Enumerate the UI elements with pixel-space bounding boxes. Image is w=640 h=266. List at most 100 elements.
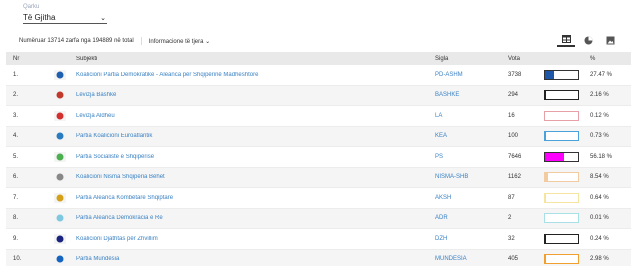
party-logo — [54, 110, 76, 121]
party-logo-icon — [54, 172, 66, 183]
party-name-link[interactable]: Lëvizja Bashkë — [76, 92, 435, 98]
party-name-link[interactable]: Partia Aleanca Demokracia e Re — [76, 215, 435, 221]
party-logo — [54, 254, 76, 265]
vote-count: 3738 — [508, 71, 522, 78]
vote-share-bar — [544, 233, 579, 244]
row-number: 3. — [13, 112, 19, 119]
vote-count: 16 — [508, 112, 515, 119]
table-row: 4. Partia Koalicioni Euroatlantik KEA 10… — [6, 126, 631, 147]
party-logo — [54, 131, 76, 142]
table-header: Nr Subjekti Sigla Vota % — [6, 52, 631, 65]
vote-count: 2 — [508, 215, 512, 222]
vote-percentage: 0.24 % — [590, 235, 609, 242]
table-row: 7. Partia Aleanca Kombëtare Shqiptare AK… — [6, 188, 631, 209]
party-logo — [54, 192, 76, 203]
party-acronym-link[interactable]: MUNDESIA — [435, 256, 508, 262]
vote-share-fill — [545, 91, 546, 100]
vote-share-bar — [544, 213, 579, 224]
vote-count: 100 — [508, 133, 519, 140]
vote-count: 87 — [508, 194, 515, 201]
party-acronym-link[interactable]: PS — [435, 154, 508, 160]
party-logo-icon — [54, 131, 66, 142]
vote-count: 294 — [508, 92, 519, 99]
vote-share-fill — [545, 70, 555, 79]
vote-share-bar — [544, 192, 579, 203]
header-pct[interactable]: % — [590, 56, 631, 62]
party-acronym-link[interactable]: PD-ASHM — [435, 72, 508, 78]
party-logo-icon — [54, 90, 66, 101]
table-row: 8. Partia Aleanca Demokracia e Re ADR 2 … — [6, 208, 631, 229]
table-row: 6. Koalicioni Nisma Shqipëria Bëhet NISM… — [6, 167, 631, 188]
vote-count: 32 — [508, 235, 515, 242]
party-name-link[interactable]: Partia Socialiste e Shqipërisë — [76, 154, 435, 160]
more-info-label: Informacione të tjera — [148, 38, 204, 45]
vote-share-fill — [545, 255, 546, 264]
party-logo-icon — [54, 151, 66, 162]
image-icon — [606, 36, 614, 44]
party-acronym-link[interactable]: ADR — [435, 215, 508, 221]
party-logo — [54, 233, 76, 244]
party-acronym-link[interactable]: NISMA-SHB — [435, 174, 508, 180]
party-name-link[interactable]: Lëvizja Aldheu — [76, 113, 435, 119]
vote-percentage: 0.64 % — [590, 194, 609, 201]
party-logo-icon — [54, 213, 66, 224]
party-acronym-link[interactable]: BASHKE — [435, 92, 508, 98]
chevron-down-icon: ⌄ — [205, 38, 211, 45]
row-number: 1. — [13, 71, 19, 78]
party-acronym-link[interactable]: DZH — [435, 236, 508, 242]
party-acronym-link[interactable]: AKSH — [435, 195, 508, 201]
vote-share-bar — [544, 151, 579, 162]
party-logo — [54, 151, 76, 162]
county-select[interactable]: Të Gjitha ⌄ — [23, 12, 107, 24]
county-filter: Qarku Të Gjitha ⌄ — [23, 4, 107, 24]
table-view-button[interactable] — [557, 33, 575, 47]
table-row: 10. Partia Mundësia MUNDESIA 405 2.98 % — [6, 249, 631, 266]
party-name-link[interactable]: Koalicioni Nisma Shqipëria Bëhet — [76, 174, 435, 180]
results-table: Nr Subjekti Sigla Vota % 1. Koalicioni P… — [6, 52, 631, 266]
counted-envelopes-text: Numëruar 13714 zarfa nga 194889 në total — [19, 38, 134, 44]
vote-count: 405 — [508, 256, 519, 263]
header-subjekti[interactable]: Subjekti — [76, 56, 435, 62]
party-name-link[interactable]: Koalicioni Djathtas për Zhvillim — [76, 236, 435, 242]
table-body: 1. Koalicioni Partia Demokratike - Alean… — [6, 65, 631, 266]
party-name-link[interactable]: Partia Koalicioni Euroatlantik — [76, 133, 435, 139]
row-number: 5. — [13, 153, 19, 160]
table-view-icon — [561, 35, 571, 43]
table-row: 5. Partia Socialiste e Shqipërisë PS 764… — [6, 147, 631, 168]
party-acronym-link[interactable]: KEA — [435, 133, 508, 139]
county-filter-label: Qarku — [23, 4, 40, 10]
header-nr: Nr — [13, 55, 20, 62]
table-row: 2. Lëvizja Bashkë BASHKE 294 2.16 % — [6, 85, 631, 106]
party-logo — [54, 213, 76, 224]
vote-count: 1162 — [508, 174, 521, 181]
vote-share-bar — [544, 254, 579, 265]
header-sigla[interactable]: Sigla — [435, 56, 508, 62]
more-info-dropdown[interactable]: Informacione të tjera ⌄ — [149, 38, 210, 45]
header-vota[interactable]: Vota — [508, 56, 544, 62]
divider — [140, 37, 142, 45]
row-number: 2. — [13, 92, 19, 99]
vote-percentage: 0.12 % — [590, 112, 609, 119]
vote-percentage: 2.16 % — [590, 92, 609, 99]
party-logo-icon — [54, 192, 66, 203]
table-row: 1. Koalicioni Partia Demokratike - Alean… — [6, 65, 631, 86]
image-view-button[interactable] — [601, 33, 619, 47]
chart-view-button[interactable] — [579, 33, 597, 47]
vote-percentage: 2.98 % — [590, 256, 609, 263]
party-name-link[interactable]: Partia Aleanca Kombëtare Shqiptare — [76, 195, 435, 201]
vote-percentage: 0.01 % — [590, 215, 609, 222]
county-select-value: Të Gjitha — [23, 13, 56, 22]
party-name-link[interactable]: Partia Mundësia — [76, 256, 435, 262]
vote-percentage: 56.18 % — [590, 153, 613, 160]
count-info-bar: Numëruar 13714 zarfa nga 194889 në total… — [19, 37, 210, 45]
row-number: 6. — [13, 174, 19, 181]
vote-share-bar — [544, 69, 579, 80]
vote-share-bar — [544, 90, 579, 101]
row-number: 4. — [13, 133, 19, 140]
table-row: 3. Lëvizja Aldheu LA 16 0.12 % — [6, 106, 631, 127]
party-logo-icon — [54, 69, 66, 80]
party-name-link[interactable]: Koalicioni Partia Demokratike - Aleanca … — [76, 72, 435, 78]
party-logo-icon — [54, 254, 66, 265]
party-acronym-link[interactable]: LA — [435, 113, 508, 119]
party-logo-icon — [54, 233, 66, 244]
